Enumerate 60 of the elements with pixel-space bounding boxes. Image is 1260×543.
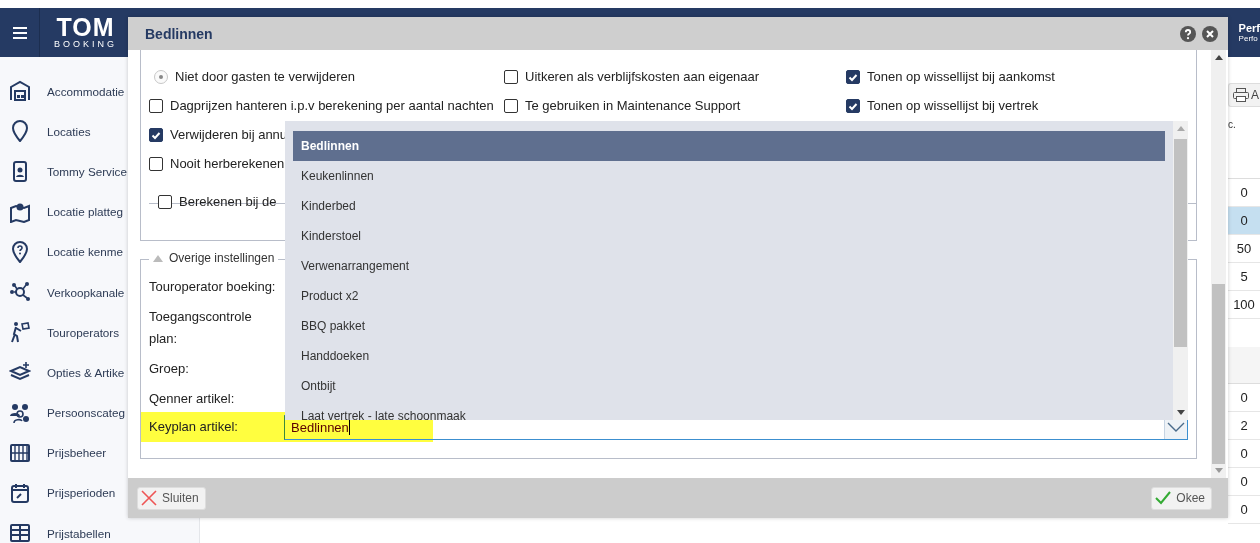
dropdown-option[interactable]: Keukenlinnen bbox=[293, 161, 1165, 191]
field-label: Toegangscontrole plan: bbox=[148, 308, 253, 348]
help-icon[interactable] bbox=[1180, 25, 1196, 42]
calendar-icon bbox=[9, 481, 31, 504]
pin-icon bbox=[9, 120, 31, 143]
checkbox[interactable] bbox=[158, 194, 172, 209]
user-name: Perf bbox=[1238, 22, 1260, 34]
check-icon bbox=[1155, 491, 1172, 505]
option-label: Uitkeren als verblijfskosten aan eigenaar bbox=[525, 69, 760, 84]
radio-button[interactable] bbox=[154, 69, 168, 84]
user-role: Perfo bbox=[1238, 34, 1259, 43]
field-label: Keyplan artikel: bbox=[148, 418, 239, 436]
logo-subtitle: BOOKING bbox=[54, 39, 117, 50]
table-icon bbox=[9, 522, 31, 543]
dropdown-option[interactable]: Kinderbed bbox=[293, 191, 1165, 221]
close-icon[interactable] bbox=[1202, 25, 1218, 42]
option-label: Tonen op wissellijst bij aankomst bbox=[867, 69, 1055, 84]
logo-title: TOM bbox=[56, 15, 115, 39]
scrollbar[interactable] bbox=[1173, 121, 1188, 420]
field-label: Qenner artikel: bbox=[148, 390, 236, 408]
printer-icon bbox=[1233, 88, 1249, 102]
dropdown-option[interactable]: BBQ pakket bbox=[293, 311, 1165, 341]
pin-question-icon bbox=[9, 240, 31, 263]
checkbox[interactable] bbox=[504, 98, 518, 113]
option-label: Tonen op wissellijst bij vertrek bbox=[867, 98, 1039, 113]
checkbox[interactable] bbox=[846, 69, 860, 84]
dropdown-option[interactable]: Kinderstoel bbox=[293, 221, 1165, 251]
checkbox[interactable] bbox=[149, 156, 163, 171]
checkbox[interactable] bbox=[149, 127, 163, 142]
abacus-icon bbox=[9, 441, 31, 464]
dialog-title: Bedlinnen bbox=[145, 25, 213, 42]
scrollbar[interactable] bbox=[1211, 50, 1226, 478]
dropdown-option[interactable]: Ontbijt bbox=[293, 371, 1165, 401]
dropdown-option[interactable]: Handdoeken bbox=[293, 341, 1165, 371]
field-label: Touroperator boeking: bbox=[148, 278, 277, 296]
cross-icon bbox=[141, 490, 157, 506]
option-label: Te gebruiken in Maintenance Support bbox=[525, 98, 741, 113]
checkbox[interactable] bbox=[504, 69, 518, 84]
walking-person-icon bbox=[9, 321, 31, 344]
network-icon bbox=[9, 281, 31, 304]
checkbox[interactable] bbox=[846, 98, 860, 113]
option-label: Dagprijzen hanteren i.p.v berekening per aantal nachten bbox=[170, 98, 494, 113]
building-icon bbox=[9, 80, 31, 103]
option-label: Berekenen bij de bbox=[179, 194, 277, 209]
menu-icon bbox=[12, 26, 27, 39]
dropdown-option[interactable]: Product x2 bbox=[293, 281, 1165, 311]
section-title: Overige instellingen bbox=[169, 251, 275, 265]
chevron-down-icon[interactable] bbox=[1167, 422, 1185, 432]
dropdown-option[interactable]: Bedlinnen bbox=[293, 131, 1165, 161]
table-cell: 0 bbox=[1228, 207, 1260, 235]
sidebar-item[interactable]: Prijstabellen bbox=[0, 513, 199, 543]
checkbox[interactable] bbox=[149, 98, 163, 113]
ok-button[interactable]: Okee bbox=[1151, 486, 1212, 510]
option-label: Niet door gasten te verwijderen bbox=[175, 69, 355, 84]
close-button[interactable]: Sluiten bbox=[137, 486, 206, 510]
option-label: Nooit herberekenen bbox=[170, 156, 285, 171]
field-label: Groep: bbox=[148, 360, 190, 378]
toolbar-button[interactable]: A bbox=[1228, 83, 1260, 107]
dropdown-option[interactable]: Verwenarrangement bbox=[293, 251, 1165, 281]
people-gear-icon bbox=[9, 401, 31, 424]
